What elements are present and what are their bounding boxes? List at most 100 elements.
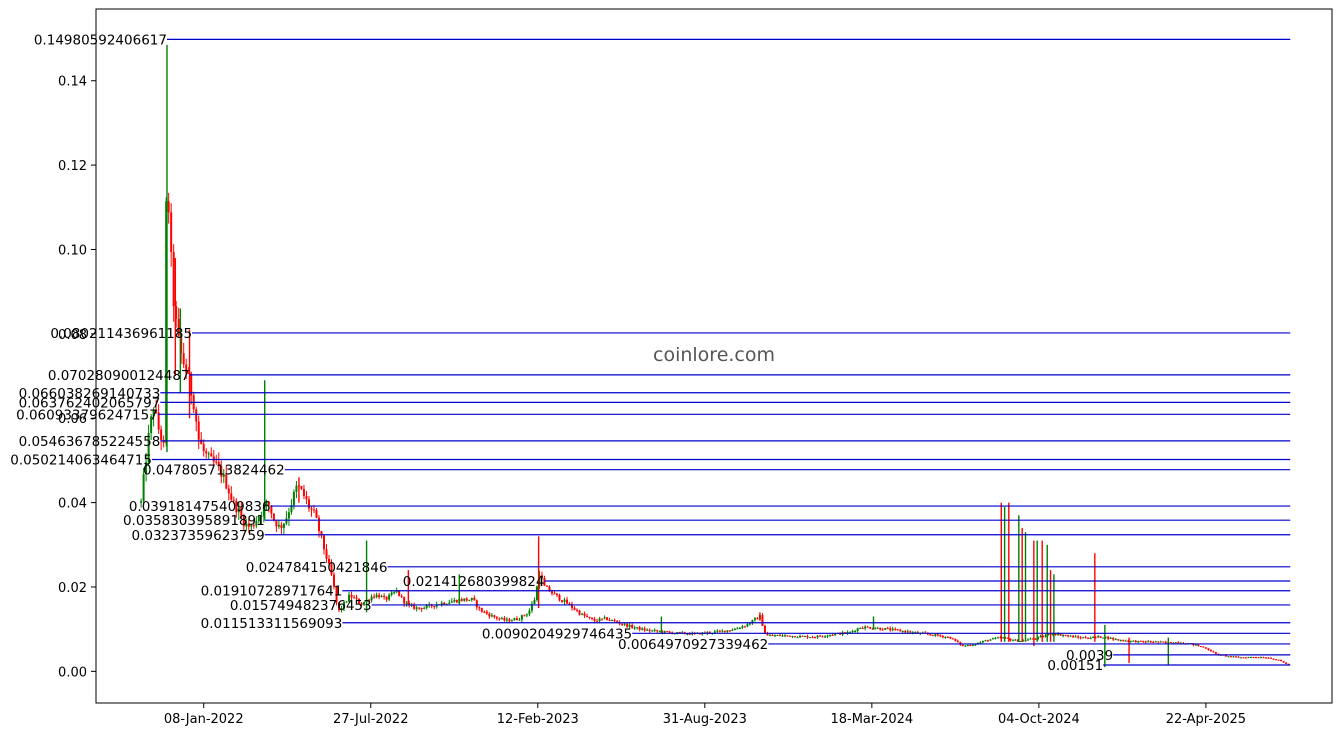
candle-body [821, 636, 824, 638]
candle-body [781, 635, 784, 637]
candle-body [981, 641, 984, 643]
candle-body [1275, 659, 1278, 661]
candle-body [1159, 641, 1162, 643]
candle-body [433, 606, 436, 608]
candle-body [1117, 639, 1120, 641]
candle-body [974, 644, 977, 646]
candle-body [801, 635, 804, 637]
candle-body [854, 631, 857, 633]
candle-body [606, 617, 609, 620]
candle-body [1204, 647, 1207, 649]
candle-body [1067, 635, 1070, 637]
candle-body [593, 618, 596, 621]
candle-body [1044, 635, 1047, 637]
candle-body [1214, 652, 1217, 654]
candle-body [578, 610, 581, 615]
candle-body [576, 609, 579, 611]
candle-body [518, 619, 521, 621]
candle-body [768, 635, 771, 637]
candle-body [475, 600, 478, 608]
candle-body [403, 596, 406, 604]
level-label: 0.015749482376453 [230, 598, 372, 614]
candle-body [413, 604, 416, 609]
candle-body [480, 607, 483, 612]
y-tick-label: 0.00 [58, 665, 87, 680]
candle-body [305, 496, 308, 500]
candle-body [515, 618, 518, 621]
candle-body [646, 629, 649, 631]
candle-body [272, 513, 275, 521]
candle-body [956, 640, 959, 642]
candle-body [202, 444, 205, 452]
candle-body [455, 599, 458, 603]
candle-body [495, 617, 498, 619]
candle-body [1247, 657, 1250, 659]
candle-body [824, 636, 827, 638]
candle-body [834, 633, 837, 636]
candle-body [1084, 637, 1087, 639]
candle-body [423, 607, 426, 610]
candle-body [866, 626, 869, 628]
price-chart: coinlore.com 0.14980592406617 0.080211436… [0, 0, 1344, 736]
candle-body [463, 598, 466, 601]
candle-body [1064, 635, 1067, 637]
x-tick-label: 27-Jul-2022 [333, 712, 408, 727]
candle-body [588, 616, 591, 618]
candle-body [566, 599, 569, 604]
candle-body [668, 631, 671, 633]
candle-body [984, 640, 987, 642]
candle-body [1092, 636, 1095, 638]
candle-body [756, 618, 759, 620]
candle-body [723, 630, 726, 632]
candle-body [207, 453, 210, 455]
candle-body [601, 618, 604, 620]
candle-body [904, 631, 907, 633]
candle-body [300, 486, 303, 489]
candle-body [831, 634, 834, 636]
candle-body [195, 409, 198, 422]
candle-body [375, 594, 378, 598]
candle-body [716, 630, 719, 632]
candle-body [1164, 641, 1167, 643]
candle-body [460, 599, 463, 601]
candle-body [1199, 646, 1202, 648]
candle-body [393, 592, 396, 594]
candle-body [859, 628, 862, 630]
candle-body [287, 512, 290, 519]
candle-body [1139, 640, 1142, 642]
candle-body [1099, 636, 1102, 638]
candle-body [663, 631, 666, 633]
candle-body [991, 638, 994, 640]
candle-body [638, 627, 641, 630]
candle-body [1054, 633, 1057, 635]
y-tick-label: 0.10 [58, 243, 87, 258]
candle-body [315, 509, 318, 518]
candle-body [503, 617, 506, 621]
candle-body [443, 602, 446, 605]
candle-body [420, 607, 423, 610]
candle-body [525, 614, 528, 616]
candle-body [809, 637, 812, 639]
candle-body [1229, 656, 1232, 658]
candle-body [718, 630, 721, 632]
candle-body [1202, 646, 1205, 648]
candle-body [738, 627, 741, 629]
candle-body [1014, 639, 1017, 641]
candle-body [170, 212, 173, 252]
candle-body [613, 619, 616, 622]
candle-body [160, 429, 163, 440]
x-tick-label: 31-Aug-2023 [663, 712, 747, 727]
candle-body [794, 636, 797, 638]
y-tick-label: 0.06 [58, 412, 87, 427]
candle-body [380, 596, 383, 598]
candle-body [1207, 648, 1210, 651]
candle-body [302, 488, 305, 497]
candle-body [816, 635, 819, 638]
candle-body [884, 628, 887, 630]
candle-body [500, 617, 503, 619]
candle-body [1280, 660, 1283, 662]
candle-body [778, 635, 781, 637]
candle-body [849, 631, 852, 633]
candle-body [869, 627, 872, 629]
candle-body [1072, 635, 1075, 638]
